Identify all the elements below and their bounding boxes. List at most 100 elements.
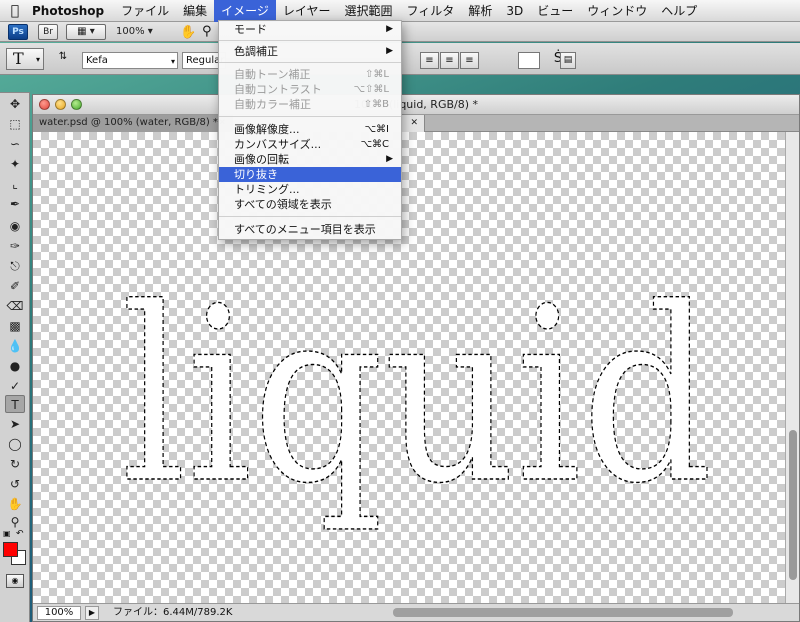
pen-tool-icon[interactable]: ✓ [5, 377, 25, 395]
type-tool-glyph: T [13, 49, 24, 68]
menu-separator [219, 62, 401, 63]
document-canvas[interactable]: liquid [33, 132, 785, 603]
submenu-arrow-icon: ▶ [386, 24, 393, 34]
liquid-text-selection[interactable]: liquid [120, 255, 713, 536]
document-window: 100% (liquid, RGB/8) * water.psd @ 100% … [32, 94, 800, 622]
menu-item-crop[interactable]: 切り抜き [219, 167, 401, 182]
brush-tool-icon[interactable]: ✑ [5, 237, 25, 255]
menu-item-shortcut: ⌥⇧⌘L [353, 84, 389, 95]
horizontal-scroll-thumb[interactable] [393, 608, 733, 617]
menu-item-shortcut: ⇧⌘B [363, 99, 389, 110]
document-status-bar: 100% ▶ ファイル：6.44M/789.2K [33, 603, 799, 621]
blur-tool-icon[interactable]: 💧 [5, 337, 25, 355]
text-orientation-icon[interactable]: ⇅ [54, 51, 72, 67]
menu-layer[interactable]: レイヤー [276, 0, 338, 22]
menu-item-image-rotation[interactable]: 画像の回転 ▶ [219, 152, 401, 167]
menu-item-label: カンバスサイズ... [234, 138, 322, 151]
default-colors-icon[interactable]: ▣ [3, 529, 11, 538]
menu-item-label: 自動カラー補正 [234, 98, 311, 111]
image-menu-dropdown: モード ▶ 色調補正 ▶ 自動トーン補正 ⇧⌘L 自動コントラスト ⌥⇧⌘L 自… [218, 20, 402, 240]
eraser-tool-icon[interactable]: ⌫ [5, 297, 25, 315]
menu-window[interactable]: ウィンドウ [580, 0, 654, 22]
menu-item-trim[interactable]: トリミング... [219, 182, 401, 197]
menu-separator [219, 216, 401, 217]
menu-item-label: 自動トーン補正 [234, 68, 311, 81]
menu-item-label: 画像解像度... [234, 123, 300, 136]
foreground-color-swatch[interactable] [3, 542, 18, 557]
character-panel-icon[interactable]: ▤ [560, 52, 576, 69]
dodge-tool-icon[interactable]: ● [5, 357, 25, 375]
bridge-button[interactable]: Br [38, 24, 58, 40]
gradient-tool-icon[interactable]: ▩ [5, 317, 25, 335]
align-center-icon[interactable]: ≡ [440, 52, 459, 69]
file-size-info: ファイル：6.44M/789.2K [113, 607, 233, 618]
menu-edit[interactable]: 編集 [176, 0, 214, 22]
text-color-swatch[interactable] [518, 52, 540, 69]
menu-item-adjustments[interactable]: 色調補正 ▶ [219, 44, 401, 59]
tool-preset-picker[interactable]: T ▾ [6, 48, 44, 70]
status-info-menu-icon[interactable]: ▶ [85, 606, 99, 620]
align-left-icon[interactable]: ≡ [420, 52, 439, 69]
menu-select[interactable]: 選択範囲 [338, 0, 400, 22]
zoom-field[interactable]: 100% [37, 606, 81, 620]
zoom-tool-icon[interactable]: ⚲ [202, 24, 212, 39]
zoom-level-select[interactable]: 100% ▾ [116, 26, 153, 37]
menu-item-label: すべての領域を表示 [234, 198, 332, 211]
zoom-level-value: 100% [116, 26, 145, 37]
apple-icon[interactable]:  [0, 3, 30, 19]
vertical-scrollbar[interactable] [785, 132, 799, 603]
menu-item-label: すべてのメニュー項目を表示 [234, 223, 376, 236]
menu-bar:  Photoshop ファイル 編集 イメージ レイヤー 選択範囲 フィルタ … [0, 0, 800, 22]
healing-brush-tool-icon[interactable]: ◉ [5, 217, 25, 235]
menu-item-auto-tone: 自動トーン補正 ⇧⌘L [219, 67, 401, 82]
arrange-documents-button[interactable]: ▦ ▾ [66, 24, 106, 40]
history-brush-tool-icon[interactable]: ✐ [5, 277, 25, 295]
document-title-bar: 100% (liquid, RGB/8) * [33, 95, 799, 115]
app-name-menu[interactable]: Photoshop [30, 4, 114, 18]
path-selection-tool-icon[interactable]: ➤ [5, 415, 25, 433]
menu-item-mode[interactable]: モード ▶ [219, 22, 401, 37]
menu-filter[interactable]: フィルタ [400, 0, 462, 22]
menu-3d[interactable]: 3D [499, 0, 530, 22]
move-tool-icon[interactable]: ✥ [5, 95, 25, 113]
menu-help[interactable]: ヘルプ [654, 0, 704, 22]
menu-item-show-all-menu-items[interactable]: すべてのメニュー項目を表示 [219, 222, 401, 237]
chevron-down-icon: ▾ [35, 55, 40, 64]
font-family-select[interactable]: Kefa ▾ [82, 52, 178, 69]
menu-item-canvas-size[interactable]: カンバスサイズ... ⌥⌘C [219, 137, 401, 152]
menu-item-label: モード [234, 23, 267, 36]
hand-tool-icon[interactable]: ✋ [180, 25, 196, 40]
magic-wand-tool-icon[interactable]: ✦ [5, 155, 25, 173]
menu-item-reveal-all[interactable]: すべての領域を表示 [219, 197, 401, 212]
3d-rotate-tool-icon[interactable]: ↻ [5, 455, 25, 473]
shape-tool-icon[interactable]: ◯ [5, 435, 25, 453]
type-tool-icon[interactable]: T [5, 395, 25, 413]
hand-tool-icon[interactable]: ✋ [5, 495, 25, 513]
menu-item-label: 自動コントラスト [234, 83, 322, 96]
close-icon[interactable]: ✕ [410, 115, 418, 131]
menu-item-auto-color: 自動カラー補正 ⇧⌘B [219, 97, 401, 112]
menu-item-label: トリミング... [234, 183, 300, 196]
swap-colors-icon[interactable]: ↶ [16, 529, 24, 539]
submenu-arrow-icon: ▶ [386, 46, 393, 56]
menu-image[interactable]: イメージ [214, 0, 276, 22]
menu-analysis[interactable]: 解析 [461, 0, 499, 22]
align-right-icon[interactable]: ≡ [460, 52, 479, 69]
crop-tool-icon[interactable]: ⌞ [5, 175, 25, 193]
3d-orbit-tool-icon[interactable]: ↺ [5, 475, 25, 493]
lasso-tool-icon[interactable]: ∽ [5, 135, 25, 153]
menu-item-auto-contrast: 自動コントラスト ⌥⇧⌘L [219, 82, 401, 97]
vertical-scroll-thumb[interactable] [789, 430, 797, 580]
menu-item-shortcut: ⇧⌘L [365, 69, 389, 80]
marquee-tool-icon[interactable]: ⬚ [5, 115, 25, 133]
menu-item-image-size[interactable]: 画像解像度... ⌥⌘I [219, 122, 401, 137]
menu-file[interactable]: ファイル [114, 0, 176, 22]
eyedropper-tool-icon[interactable]: ✒ [5, 195, 25, 213]
tab-water-psd[interactable]: water.psd @ 100% (water, RGB/8) * ✕ [33, 115, 233, 132]
tab-label: water.psd @ 100% (water, RGB/8) * [39, 117, 218, 128]
photoshop-logo-icon[interactable]: Ps [8, 24, 28, 40]
menu-view[interactable]: ビュー [530, 0, 580, 22]
clone-stamp-tool-icon[interactable]: ⎋ [5, 257, 25, 275]
quick-mask-button[interactable]: ◉ [6, 574, 24, 588]
canvas-artwork: liquid [120, 255, 713, 536]
